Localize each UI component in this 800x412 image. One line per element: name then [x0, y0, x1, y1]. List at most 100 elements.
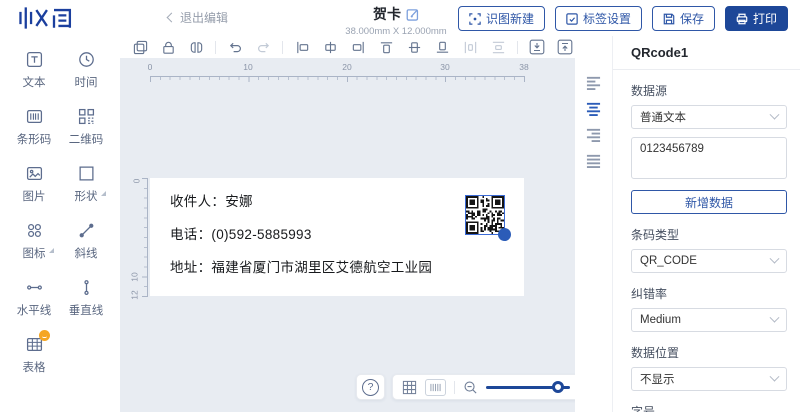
help-icon: ? — [362, 378, 379, 396]
lock-icon[interactable] — [156, 37, 180, 57]
text-align-center-icon[interactable] — [585, 101, 602, 116]
text-icon — [26, 50, 43, 68]
font-size-label: 字号 — [631, 405, 656, 412]
text-align-left-icon[interactable] — [585, 75, 602, 90]
diagonal-line-icon — [78, 221, 95, 239]
expand-corner-icon — [49, 248, 54, 253]
chevron-down-icon — [769, 371, 780, 382]
toolbar-divider — [282, 40, 283, 54]
tool-text[interactable]: 文本 — [8, 50, 60, 94]
add-data-button[interactable]: 新增数据 — [631, 190, 787, 214]
align-middle-vertical-icon[interactable] — [402, 37, 426, 57]
grid-toggle-icon[interactable] — [402, 380, 417, 395]
tool-barcode[interactable]: 条形码 — [8, 107, 60, 151]
send-to-back-icon[interactable] — [525, 37, 549, 57]
align-bottom-icon[interactable] — [430, 37, 454, 57]
image-icon — [26, 164, 43, 182]
distribute-horizontal-icon[interactable] — [458, 37, 482, 57]
barcode-type-select[interactable]: QR_CODE — [631, 249, 787, 273]
design-canvas[interactable]: 0 10 20 30 38 0 10 12 收件人：安娜 电话：(0)592-5… — [120, 58, 575, 412]
barcode-icon — [26, 107, 43, 125]
toolbar-divider — [517, 40, 518, 54]
tool-table[interactable]: 表格 — [8, 330, 60, 379]
print-button[interactable]: 打印 — [724, 6, 788, 31]
table-icon — [26, 330, 50, 353]
align-center-horizontal-icon[interactable] — [318, 37, 342, 57]
label-card[interactable]: 收件人：安娜 电话：(0)592-5885993 地址：福建省厦门市湖里区艾德航… — [150, 178, 524, 296]
tool-qrcode[interactable]: 二维码 — [60, 107, 112, 151]
barcode-view-icon[interactable] — [425, 378, 446, 396]
align-left-icon[interactable] — [290, 37, 314, 57]
properties-panel: QRcode1 数据源 普通文本 0123456789 新增数据 条码类型 QR… — [612, 36, 800, 412]
phone-text[interactable]: 电话：(0)592-5885993 — [170, 223, 432, 243]
save-icon — [663, 13, 675, 24]
qrcode-icon — [78, 107, 95, 125]
expand-corner-icon — [101, 191, 106, 196]
header: 退出编辑 贺卡 38.000mm X 12.000mm 识图新建 标签设置 保存… — [0, 0, 800, 37]
panel-divider — [613, 69, 800, 70]
zoom-slider-knob[interactable] — [552, 381, 565, 393]
zoom-out-icon[interactable] — [463, 380, 478, 395]
data-source-select[interactable]: 普通文本 — [631, 105, 787, 129]
barcode-type-label: 条码类型 — [631, 228, 680, 242]
object-toolbar — [120, 36, 612, 58]
data-position-label: 数据位置 — [631, 346, 680, 360]
scan-new-button[interactable]: 识图新建 — [457, 6, 545, 31]
tool-image[interactable]: 图片 — [8, 164, 60, 208]
print-icon — [736, 13, 748, 24]
qr-code[interactable] — [465, 195, 511, 241]
tool-diagonal-line[interactable]: 斜线 — [60, 221, 112, 265]
text-align-justify-icon[interactable] — [585, 153, 602, 168]
horizontal-ruler: 0 10 20 30 38 — [148, 62, 529, 84]
card-text-block: 收件人：安娜 电话：(0)592-5885993 地址：福建省厦门市湖里区艾德航… — [170, 190, 432, 276]
text-align-strip — [575, 58, 612, 412]
new-badge — [38, 330, 50, 341]
back-chevron-icon — [166, 12, 177, 23]
exit-edit-label: 退出编辑 — [180, 11, 229, 25]
edit-title-icon[interactable] — [406, 8, 419, 21]
address-text[interactable]: 地址：福建省厦门市湖里区艾德航空工业园 — [170, 256, 432, 276]
recipient-text[interactable]: 收件人：安娜 — [170, 190, 432, 210]
flip-horizontal-icon[interactable] — [184, 37, 208, 57]
zoom-slider[interactable] — [486, 381, 570, 393]
tool-vertical-line[interactable]: 垂直线 — [60, 278, 112, 322]
text-align-right-icon[interactable] — [585, 127, 602, 142]
tool-icons[interactable]: 图标 — [8, 221, 60, 265]
undo-icon[interactable] — [223, 37, 247, 57]
align-right-icon[interactable] — [346, 37, 370, 57]
zoom-toolbar — [392, 374, 575, 400]
main-area: 0 10 20 30 38 0 10 12 收件人：安娜 电话：(0)592-5… — [120, 36, 612, 412]
label-editor-app: 退出编辑 贺卡 38.000mm X 12.000mm 识图新建 标签设置 保存… — [0, 0, 800, 412]
help-button[interactable]: ? — [356, 374, 385, 400]
shape-icon — [78, 164, 95, 182]
redo-icon[interactable] — [251, 37, 275, 57]
data-position-select[interactable]: 不显示 — [631, 367, 787, 391]
app-logo — [16, 3, 92, 33]
distribute-vertical-icon[interactable] — [486, 37, 510, 57]
chevron-down-icon — [769, 253, 780, 264]
error-correction-label: 纠错率 — [631, 287, 668, 301]
data-value-input[interactable]: 0123456789 — [631, 137, 787, 179]
label-settings-button[interactable]: 标签设置 — [554, 6, 642, 31]
toolbar-divider — [454, 380, 455, 394]
tool-time[interactable]: 时间 — [60, 50, 112, 94]
selected-element-name: QRcode1 — [631, 45, 689, 60]
tool-shape[interactable]: 形状 — [60, 164, 112, 208]
label-settings-icon — [566, 12, 578, 25]
align-top-icon[interactable] — [374, 37, 398, 57]
duplicate-icon[interactable] — [128, 37, 152, 57]
horizontal-line-icon — [26, 278, 43, 296]
canvas-bottom-bar: ? — [356, 374, 575, 400]
tool-horizontal-line[interactable]: 水平线 — [8, 278, 60, 322]
save-button[interactable]: 保存 — [651, 6, 715, 31]
document-title-block: 贺卡 38.000mm X 12.000mm — [345, 4, 446, 37]
chevron-down-icon — [769, 312, 780, 323]
clock-icon — [78, 50, 95, 68]
header-actions: 识图新建 标签设置 保存 打印 — [457, 6, 788, 31]
exit-edit-button[interactable]: 退出编辑 — [166, 9, 229, 26]
bring-to-front-icon[interactable] — [553, 37, 577, 57]
icons-icon — [26, 221, 43, 239]
selection-resize-handle[interactable] — [498, 228, 511, 241]
error-correction-select[interactable]: Medium — [631, 308, 787, 332]
vertical-line-icon — [78, 278, 95, 296]
